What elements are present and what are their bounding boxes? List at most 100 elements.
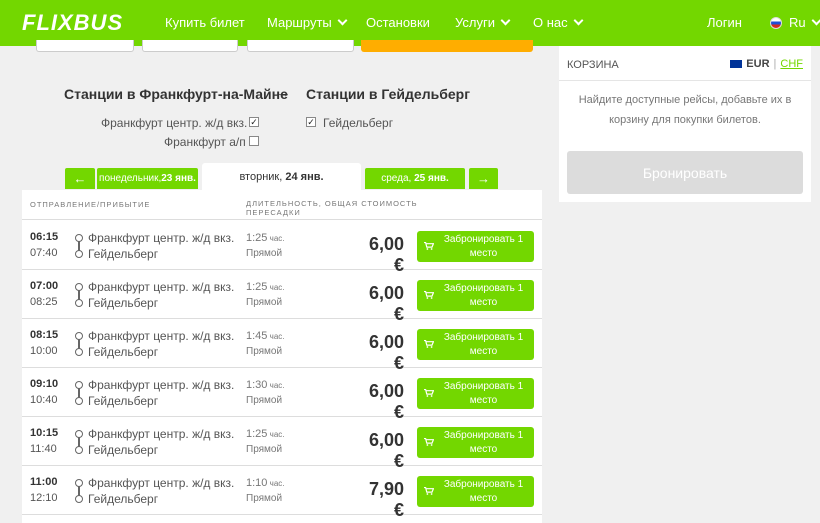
currency-chf[interactable]: CHF bbox=[780, 58, 803, 70]
nav-buy-ticket[interactable]: Купить билет bbox=[165, 15, 245, 30]
date-tab-next[interactable]: среда, 25 янв. bbox=[365, 168, 465, 189]
search-button[interactable] bbox=[361, 40, 533, 52]
to-station: Гейдельберг bbox=[88, 345, 159, 359]
table-row: 10:15 11:40 Франкфурт центр. ж/д вкз. Гейде… bbox=[22, 417, 542, 471]
search-date-field[interactable] bbox=[247, 40, 354, 52]
duration-value: 1:25 bbox=[246, 281, 268, 293]
language-selector[interactable]: Ru bbox=[770, 15, 820, 30]
transfer-info: Прямой bbox=[246, 444, 283, 455]
station-checkbox-heidelberg[interactable]: ✓ bbox=[306, 117, 316, 127]
arrival-time: 10:00 bbox=[30, 345, 58, 357]
transfer-info: Прямой bbox=[246, 346, 283, 357]
duration-value: 1:25 bbox=[246, 232, 268, 244]
col-departure-header: ОТПРАВЛЕНИЕ/ПРИБЫТИЕ bbox=[30, 200, 151, 209]
date-day: вторник, bbox=[239, 170, 286, 183]
station-checkbox-frankfurt-central[interactable]: ✓ bbox=[249, 117, 259, 127]
trip-duration: 1:25 час. bbox=[246, 281, 284, 293]
route-line-icon bbox=[75, 332, 83, 357]
duration-unit: час. bbox=[267, 234, 285, 243]
currency-eur[interactable]: EUR bbox=[746, 58, 769, 70]
book-seat-button[interactable]: Забронировать 1 место bbox=[417, 378, 534, 409]
arrival-time: 08:25 bbox=[30, 296, 58, 308]
departure-time: 08:15 bbox=[30, 329, 59, 341]
transfer-info: Прямой bbox=[246, 248, 283, 259]
departure-time: 06:15 bbox=[30, 231, 59, 243]
to-station: Гейдельберг bbox=[88, 296, 159, 310]
language-label: Ru bbox=[789, 15, 806, 30]
next-date-arrow[interactable]: → bbox=[469, 168, 498, 189]
duration-value: 1:30 bbox=[246, 379, 268, 391]
eu-flag-icon bbox=[730, 60, 743, 68]
duration-unit: час. bbox=[267, 430, 285, 439]
chevron-down-icon bbox=[500, 15, 511, 26]
nav-label: О нас bbox=[533, 15, 568, 30]
cart-icon bbox=[424, 242, 434, 250]
station-label: Гейдельберг bbox=[323, 116, 394, 130]
date-value: 23 янв. bbox=[161, 173, 196, 184]
trip-duration: 1:25 час. bbox=[246, 428, 284, 440]
to-station: Гейдельберг bbox=[88, 492, 159, 506]
book-seat-button[interactable]: Забронировать 1 место bbox=[417, 329, 534, 360]
nav-routes[interactable]: Маршруты bbox=[267, 15, 348, 30]
arrival-time: 12:10 bbox=[30, 492, 58, 504]
col-duration-line2: ПЕРЕСАДКИ bbox=[246, 208, 301, 217]
departure-time: 07:00 bbox=[30, 280, 59, 292]
cart-icon bbox=[424, 291, 434, 299]
departure-time: 11:00 bbox=[30, 476, 58, 488]
cart-icon bbox=[424, 389, 434, 397]
route-line-icon bbox=[75, 283, 83, 308]
book-seat-label: Забронировать 1 место bbox=[443, 479, 524, 504]
book-seat-label: Забронировать 1 место bbox=[443, 234, 524, 259]
book-seat-label: Забронировать 1 место bbox=[443, 332, 524, 357]
departure-time: 09:10 bbox=[30, 378, 59, 390]
book-button[interactable]: Бронировать bbox=[567, 151, 803, 194]
to-station: Гейдельберг bbox=[88, 247, 159, 261]
nav-label: Купить билет bbox=[165, 15, 245, 30]
col-duration-header: ДЛИТЕЛЬНОСТЬ, ОБЩАЯ СТОИМОСТЬ ПЕРЕСАДКИ bbox=[246, 199, 418, 217]
stop-dot bbox=[75, 397, 83, 405]
chevron-down-icon bbox=[811, 15, 820, 26]
book-seat-button[interactable]: Забронировать 1 место bbox=[417, 427, 534, 458]
login-link[interactable]: Логин bbox=[707, 15, 742, 30]
from-station: Франкфурт центр. ж/д вкз. bbox=[88, 378, 235, 392]
results-table: ОТПРАВЛЕНИЕ/ПРИБЫТИЕ ДЛИТЕЛЬНОСТЬ, ОБЩАЯ… bbox=[22, 190, 542, 523]
book-seat-button[interactable]: Забронировать 1 место bbox=[417, 476, 534, 507]
table-row: 06:15 07:40 Франкфурт центр. ж/д вкз. Гейде… bbox=[22, 221, 542, 275]
search-from-field[interactable] bbox=[36, 40, 134, 52]
to-station: Гейдельберг bbox=[88, 443, 159, 457]
cart-divider bbox=[559, 80, 811, 81]
date-tab-current[interactable]: вторник, 24 янв. bbox=[202, 163, 361, 190]
date-day: среда, bbox=[381, 173, 415, 184]
nav-about[interactable]: О нас bbox=[533, 15, 584, 30]
route-line-icon bbox=[75, 479, 83, 504]
cart-empty-text: Найдите доступные рейсы, добавьте их в к… bbox=[578, 94, 792, 126]
book-seat-button[interactable]: Забронировать 1 место bbox=[417, 280, 534, 311]
date-tab-prev[interactable]: понедельник, 23 янв. bbox=[97, 168, 198, 189]
book-seat-label: Забронировать 1 место bbox=[443, 283, 524, 308]
stop-dot bbox=[75, 348, 83, 356]
station-label: Франкфурт а/п bbox=[164, 135, 246, 149]
route-line-icon bbox=[75, 381, 83, 406]
stop-dot bbox=[75, 250, 83, 258]
duration-unit: час. bbox=[267, 381, 285, 390]
nav-label: Услуги bbox=[455, 15, 495, 30]
nav-services[interactable]: Услуги bbox=[455, 15, 511, 30]
nav-stops[interactable]: Остановки bbox=[366, 15, 430, 30]
table-row: 11:00 12:10 Франкфурт центр. ж/д вкз. Гейде… bbox=[22, 466, 542, 520]
transfer-info: Прямой bbox=[246, 297, 283, 308]
table-row: 07:00 08:25 Франкфурт центр. ж/д вкз. Гейде… bbox=[22, 270, 542, 324]
table-row: 09:10 10:40 Франкфурт центр. ж/д вкз. Гейде… bbox=[22, 368, 542, 422]
stop-dot bbox=[75, 495, 83, 503]
book-seat-label: Забронировать 1 место bbox=[443, 381, 524, 406]
duration-unit: час. bbox=[267, 283, 285, 292]
trip-duration: 1:10 час. bbox=[246, 477, 284, 489]
flixbus-logo[interactable]: FLIXBUS bbox=[22, 10, 123, 36]
date-value: 25 янв. bbox=[414, 173, 449, 184]
trip-duration: 1:25 час. bbox=[246, 232, 284, 244]
prev-date-arrow[interactable]: ← bbox=[65, 168, 95, 189]
search-to-field[interactable] bbox=[142, 40, 238, 52]
currency-separator: | bbox=[773, 58, 777, 70]
book-seat-button[interactable]: Забронировать 1 место bbox=[417, 231, 534, 262]
station-checkbox-frankfurt-airport[interactable] bbox=[249, 136, 259, 146]
book-seat-label: Забронировать 1 место bbox=[443, 430, 524, 455]
